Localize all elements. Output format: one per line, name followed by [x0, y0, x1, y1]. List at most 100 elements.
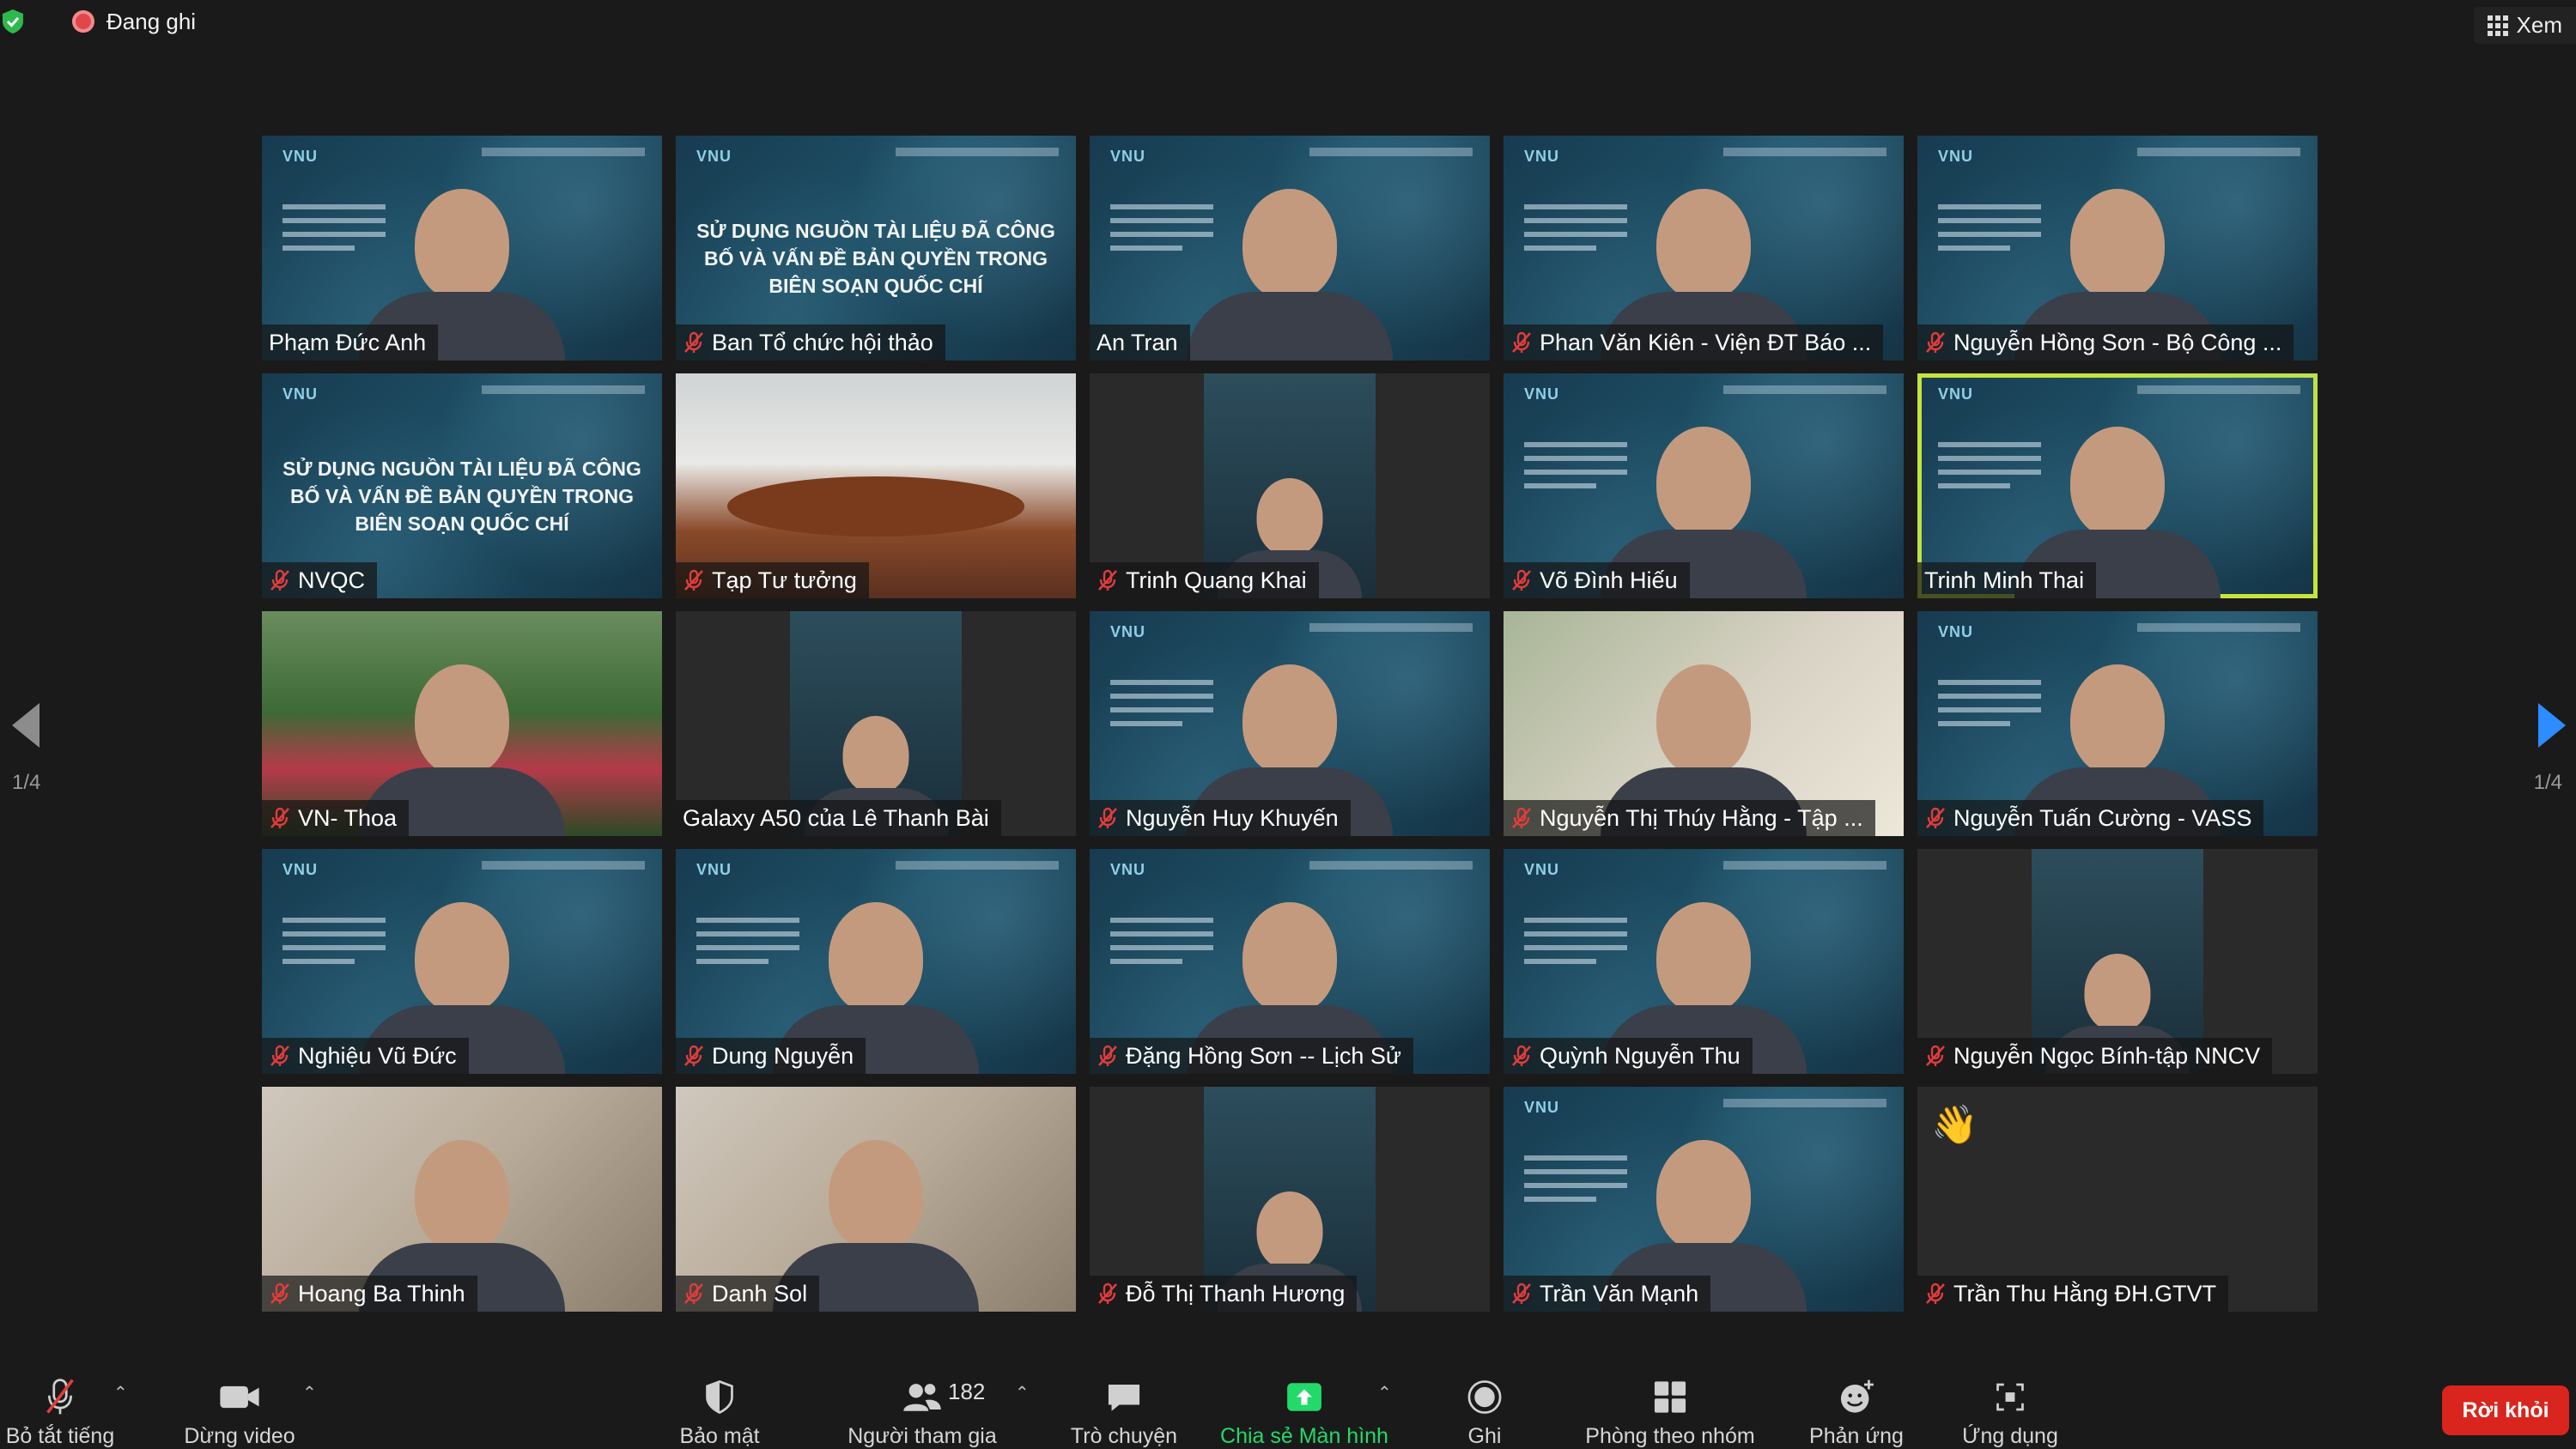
muted-microphone-icon	[270, 1282, 289, 1304]
participant-video-tile[interactable]: Nguyễn Thị Thúy Hằng - Tập ...	[1504, 611, 1904, 836]
vnu-logo: VNU	[1524, 1099, 1560, 1116]
zoom-meeting-window: Đang ghi Xem 1/4 1/4 VNU Phạm Đức Anh VNU S…	[0, 0, 2576, 1449]
chat-bubble-icon	[1108, 1385, 1140, 1411]
participant-name: Galaxy A50 của Lê Thanh Bài	[683, 804, 989, 831]
security-button[interactable]: Bảo mật	[673, 1370, 766, 1449]
participant-video-tile[interactable]: VNU Trần Văn Mạnh	[1504, 1087, 1904, 1312]
apps-icon	[1996, 1383, 2024, 1411]
muted-microphone-icon	[1098, 1282, 1117, 1304]
banner-heading-strip	[1723, 1099, 1886, 1107]
participants-options-chevron-icon[interactable]: ⌃	[1015, 1382, 1030, 1404]
vnu-logo: VNU	[696, 861, 732, 878]
participant-video-tile[interactable]: Đỗ Thị Thanh Hương	[1090, 1087, 1490, 1312]
participant-name-plate: Tạp Tư tưởng	[676, 562, 869, 598]
participant-video-tile[interactable]: VNU Nghiệu Vũ Đức	[262, 849, 662, 1074]
muted-microphone-icon	[1512, 331, 1531, 353]
raised-hand-wave-icon: 👋	[1931, 1104, 1978, 1146]
view-button[interactable]: Xem	[2473, 7, 2576, 44]
participant-name: Võ Đình Hiếu	[1540, 567, 1678, 593]
view-label: Xem	[2516, 12, 2562, 38]
conference-title: SỬ DỤNG NGUỒN TÀI LIỆU ĐÃ CÔNG BỐ VÀ VẤN…	[696, 220, 1055, 297]
previous-page-arrow-icon[interactable]	[9, 700, 43, 751]
unmute-button[interactable]: Bỏ tắt tiếng	[0, 1370, 120, 1449]
share-screen-label: Chia sẻ Màn hình	[1220, 1424, 1388, 1448]
record-button[interactable]: Ghi	[1451, 1370, 1518, 1449]
participant-video-tile[interactable]: Trinh Quang Khai	[1090, 373, 1490, 598]
participant-video-tile[interactable]: VNU Nguyễn Tuấn Cường - VASS	[1917, 611, 2318, 836]
participant-name: Trần Thu Hằng ĐH.GTVT	[1953, 1280, 2217, 1307]
share-options-chevron-icon[interactable]: ⌃	[1377, 1382, 1392, 1404]
muted-microphone-icon	[1098, 807, 1117, 828]
participant-video-tile[interactable]: VNU Đặng Hồng Sơn -- Lịch Sử	[1090, 849, 1490, 1074]
participant-video-tile[interactable]: VNU Phan Văn Kiên - Viện ĐT Báo ...	[1504, 136, 1904, 361]
banner-heading-strip	[1723, 385, 1886, 394]
participant-video-tile[interactable]: Danh Sol	[676, 1087, 1076, 1312]
video-gallery: VNU Phạm Đức Anh VNU SỬ DỤNG NGUỒN TÀI LIỆU…	[262, 136, 2318, 1313]
participant-video-tile[interactable]: VNU Phạm Đức Anh	[262, 136, 662, 361]
audio-options-chevron-icon[interactable]: ⌃	[113, 1382, 128, 1404]
banner-heading-strip	[1723, 861, 1886, 870]
participant-video-tile[interactable]: Hoang Ba Thinh	[262, 1087, 662, 1312]
participant-name: VN- Thoa	[298, 804, 398, 831]
participant-video-tile[interactable]: Tạp Tư tưởng	[676, 373, 1076, 598]
participant-video-tile[interactable]: 👋 Trần Thu Hằng ĐH.GTVT	[1917, 1087, 2318, 1312]
participant-name: Nguyễn Huy Khuyến	[1126, 804, 1339, 831]
page-indicator-right: 1/4	[2533, 771, 2562, 794]
video-camera-icon	[220, 1385, 259, 1409]
muted-microphone-icon	[684, 569, 703, 591]
vnu-logo: VNU	[1938, 148, 1974, 165]
stop-video-label: Dừng video	[184, 1424, 295, 1448]
vnu-logo: VNU	[1110, 623, 1146, 640]
participant-video-tile[interactable]: VNU Dung Nguyễn	[676, 849, 1076, 1074]
participant-name: Trinh Quang Khai	[1126, 567, 1307, 593]
muted-microphone-icon	[1098, 569, 1117, 591]
banner-heading-strip	[482, 385, 645, 394]
chat-button[interactable]: Trò chuyện	[1063, 1370, 1185, 1449]
participant-name: Nguyễn Ngọc Bính-tập NNCV	[1953, 1042, 2261, 1069]
grid-view-icon	[2487, 15, 2508, 36]
apps-button[interactable]: Ứng dụng	[1954, 1370, 2066, 1449]
participant-name-plate: Nguyễn Huy Khuyến	[1090, 800, 1351, 836]
participant-name-plate: Trần Văn Mạnh	[1504, 1276, 1711, 1312]
share-screen-button[interactable]: Chia sẻ Màn hình	[1214, 1370, 1394, 1449]
reactions-button[interactable]: Phản ứng	[1803, 1370, 1910, 1449]
participant-video-tile[interactable]: VNU Trinh Minh Thai	[1917, 373, 2318, 598]
participant-video-tile[interactable]: VNU SỬ DỤNG NGUỒN TÀI LIỆU ĐÃ CÔNG BỐ VÀ …	[262, 373, 662, 598]
leave-meeting-button[interactable]: Rời khỏi	[2442, 1385, 2569, 1435]
recording-label: Đang ghi	[106, 8, 197, 34]
vnu-logo: VNU	[1938, 623, 1974, 640]
muted-microphone-icon	[270, 569, 289, 591]
participant-video-tile[interactable]: Galaxy A50 của Lê Thanh Bài	[676, 611, 1076, 836]
conference-table	[727, 476, 1024, 537]
encryption-shield-icon[interactable]	[2, 9, 24, 34]
participant-name-plate: Võ Đình Hiếu	[1504, 562, 1690, 598]
next-page-arrow-icon[interactable]	[2535, 700, 2569, 751]
participant-video-tile[interactable]: VNU Võ Đình Hiếu	[1504, 373, 1904, 598]
participant-video-tile[interactable]: VNU An Tran	[1090, 136, 1490, 361]
breakout-rooms-button[interactable]: Phòng theo nhóm	[1575, 1370, 1765, 1449]
participant-name: Ban Tổ chức hội thảo	[712, 329, 933, 355]
record-icon	[1467, 1380, 1502, 1414]
stop-video-button[interactable]: Dừng video	[177, 1370, 302, 1449]
participant-name-plate: An Tran	[1090, 324, 1190, 361]
reactions-label: Phản ứng	[1809, 1424, 1904, 1448]
participant-video-tile[interactable]: Nguyễn Ngọc Bính-tập NNCV	[1917, 849, 2318, 1074]
participant-name-plate: Ban Tổ chức hội thảo	[676, 324, 945, 361]
participant-name-plate: Nguyễn Thị Thúy Hằng - Tập ...	[1504, 800, 1875, 836]
vnu-logo: VNU	[696, 148, 732, 165]
muted-microphone-icon	[1926, 1282, 1945, 1304]
participant-name: Phan Văn Kiên - Viện ĐT Báo ...	[1540, 329, 1872, 355]
security-shield-icon	[706, 1379, 733, 1415]
participant-video-tile[interactable]: VN- Thoa	[262, 611, 662, 836]
participant-name: NVQC	[298, 567, 366, 593]
muted-microphone-icon	[1512, 1045, 1531, 1066]
participant-video-tile[interactable]: VNU Quỳnh Nguyễn Thu	[1504, 849, 1904, 1074]
video-options-chevron-icon[interactable]: ⌃	[302, 1382, 317, 1404]
participant-video-tile[interactable]: VNU Nguyễn Hồng Sơn - Bộ Công ...	[1917, 136, 2318, 361]
banner-heading-strip	[482, 148, 645, 156]
vnu-logo: VNU	[283, 385, 319, 403]
participant-name: Đặng Hồng Sơn -- Lịch Sử	[1126, 1042, 1401, 1069]
participant-video-tile[interactable]: VNU SỬ DỤNG NGUỒN TÀI LIỆU ĐÃ CÔNG BỐ VÀ …	[676, 136, 1076, 361]
recording-indicator[interactable]: Đang ghi	[72, 9, 196, 35]
participant-video-tile[interactable]: VNU Nguyễn Huy Khuyến	[1090, 611, 1490, 836]
